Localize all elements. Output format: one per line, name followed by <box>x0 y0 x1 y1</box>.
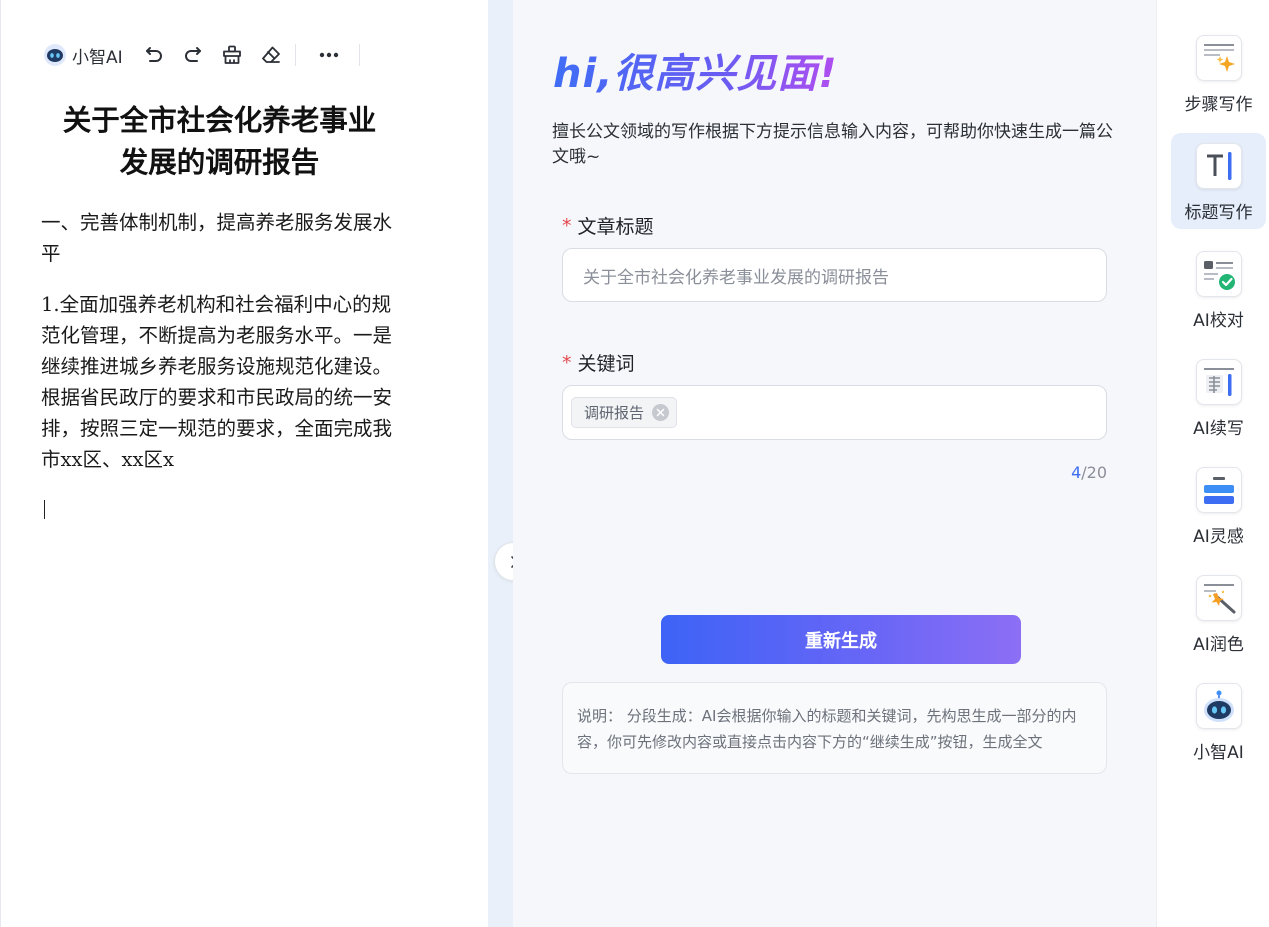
more-button[interactable] <box>314 40 344 70</box>
keyword-tag-label: 调研报告 <box>584 404 645 422</box>
keyword-input[interactable]: 调研报告 <box>562 385 1107 440</box>
eraser-button[interactable] <box>256 40 286 70</box>
counter-current: 4 <box>1071 463 1082 482</box>
pane-divider[interactable] <box>488 0 513 927</box>
tool-ai-inspiration[interactable]: AI灵感 <box>1171 457 1266 553</box>
toolbar-divider <box>358 44 360 66</box>
document-title-line: 发展的调研报告 <box>119 146 320 179</box>
document-title-line: 关于全市社会化养老事业 <box>62 104 377 137</box>
step-writing-icon <box>1195 35 1242 81</box>
document-title[interactable]: 关于全市社会化养老事业 发展的调研报告 <box>37 100 402 184</box>
keyword-tag: 调研报告 <box>571 397 678 428</box>
title-input[interactable]: 关于全市社会化养老事业发展的调研报告 <box>562 248 1107 302</box>
keyword-field-label: * 关键词 <box>562 349 635 376</box>
document-editor[interactable]: 小智AI 关于全市社会化养老事业 发展的调研报告 一、完善体制机制，提高养老服务… <box>0 0 488 927</box>
tool-ai-continue[interactable]: AI续写 <box>1171 349 1266 445</box>
brand-label: 小智AI <box>72 47 123 68</box>
toolbar-divider <box>294 44 296 66</box>
document-paragraph[interactable]: 1.全面加强养老机构和社会福利中心的规范化管理，不断提高为老服务水平。一是继续推… <box>41 289 396 475</box>
text-cursor <box>44 500 45 519</box>
counter-max: /20 <box>1081 463 1107 482</box>
tool-label: AI校对 <box>1193 311 1244 331</box>
greeting: hi,很高兴见面! <box>553 44 838 96</box>
tool-label: AI续写 <box>1193 419 1244 439</box>
document-heading[interactable]: 一、完善体制机制，提高养老服务发展水平 <box>41 207 396 269</box>
tool-label: 步骤写作 <box>1184 95 1253 115</box>
keyword-counter: 4/20 <box>1053 463 1107 482</box>
intro-text: 擅长公文领域的写作根据下方提示信息输入内容，可帮助你快速生成一篇公文哦~ <box>552 122 1113 167</box>
close-icon <box>656 408 665 417</box>
tool-step-writing[interactable]: 步骤写作 <box>1171 25 1266 121</box>
title-input-value: 关于全市社会化养老事业发展的调研报告 <box>583 267 889 288</box>
greeting-prefix: hi, <box>553 51 614 97</box>
required-mark: * <box>562 214 572 237</box>
title-writing-icon <box>1195 143 1242 189</box>
robot-icon <box>1195 683 1242 729</box>
tool-xiaozhi-ai[interactable]: 小智AI <box>1171 673 1266 769</box>
xiaozhi-ai-button[interactable]: 小智AI <box>43 43 123 68</box>
greeting-message: 很高兴见面! <box>613 51 838 97</box>
tool-ai-proofread[interactable]: AI校对 <box>1171 241 1266 337</box>
robot-icon <box>44 44 66 66</box>
undo-icon <box>145 47 162 62</box>
editor-toolbar: 小智AI <box>43 40 372 70</box>
inspiration-icon <box>1195 467 1242 513</box>
writing-panel: hi,很高兴见面! 擅长公文领域的写作根据下方提示信息输入内容，可帮助你快速生成… <box>513 0 1156 927</box>
redo-icon <box>184 47 201 62</box>
continue-writing-icon <box>1195 359 1242 405</box>
more-icon <box>319 52 338 58</box>
regenerate-button[interactable]: 重新生成 <box>661 615 1021 664</box>
remove-keyword-button[interactable] <box>652 404 670 421</box>
format-painter-button[interactable] <box>217 40 247 70</box>
eraser-icon <box>261 46 280 63</box>
tool-ai-polish[interactable]: AI润色 <box>1171 565 1266 661</box>
title-field-label: * 文章标题 <box>562 212 654 239</box>
notice-text: 分段生成：AI会根据你输入的标题和关键词，先构思生成一部分的内容，你可先修改内容… <box>577 707 1077 751</box>
required-mark: * <box>562 351 572 374</box>
redo-button[interactable] <box>178 40 208 70</box>
title-label: 文章标题 <box>577 216 654 238</box>
tool-label: 小智AI <box>1193 743 1244 763</box>
tool-label: AI灵感 <box>1193 527 1244 547</box>
tool-title-writing[interactable]: 标题写作 <box>1171 133 1266 229</box>
notice-label: 说明： <box>577 707 623 725</box>
greeting-text: hi,很高兴见面! <box>553 41 838 99</box>
keyword-label: 关键词 <box>577 353 635 375</box>
notice-box: 说明： 分段生成：AI会根据你输入的标题和关键词，先构思生成一部分的内容，你可先… <box>562 682 1107 774</box>
tool-label: AI润色 <box>1193 635 1244 655</box>
tool-label: 标题写作 <box>1184 203 1253 223</box>
tool-sidebar: 步骤写作 标题写作 AI校对 AI续写 AI灵感 AI润色 小智AI <box>1156 0 1269 927</box>
format-painter-icon <box>222 45 241 64</box>
proofread-icon <box>1195 251 1242 297</box>
polish-icon <box>1195 575 1242 621</box>
undo-button[interactable] <box>139 40 169 70</box>
